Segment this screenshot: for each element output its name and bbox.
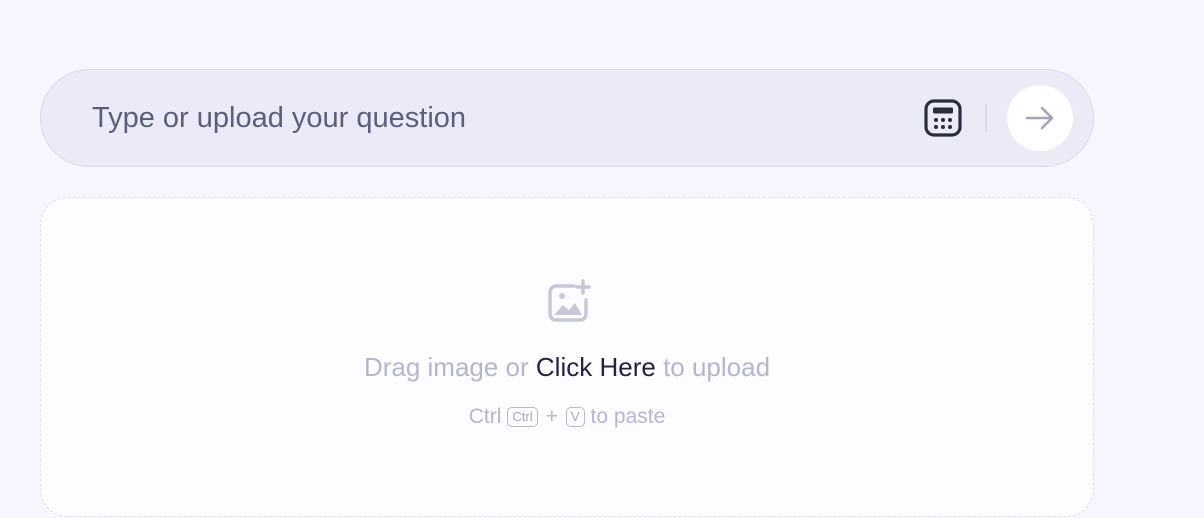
click-here-link[interactable]: Click Here — [536, 352, 656, 382]
paste-hint: Ctrl Ctrl + V to paste — [41, 405, 1093, 429]
paste-prefix: Ctrl — [468, 405, 502, 428]
drop-text-after: to upload — [663, 352, 771, 382]
paste-suffix: to paste — [590, 405, 666, 428]
send-button[interactable] — [1007, 85, 1073, 151]
ask-question-panel: Drag image or Click Here to upload Ctrl … — [0, 0, 1204, 518]
drop-text-before: Drag image or — [363, 352, 529, 382]
v-key-badge: V — [565, 407, 585, 427]
question-bar — [40, 69, 1094, 167]
image-upload-dropzone[interactable]: Drag image or Click Here to upload Ctrl … — [40, 197, 1094, 517]
question-input[interactable] — [92, 98, 923, 138]
ctrl-key-badge: Ctrl — [507, 407, 538, 427]
calculator-icon — [924, 99, 962, 137]
image-add-icon — [548, 279, 591, 322]
arrow-right-icon — [1025, 106, 1054, 130]
calculator-button[interactable] — [923, 98, 963, 138]
plus-sign: + — [545, 405, 558, 428]
bar-divider — [985, 104, 987, 132]
drop-instructions: Drag image or Click Here to upload — [41, 352, 1093, 383]
